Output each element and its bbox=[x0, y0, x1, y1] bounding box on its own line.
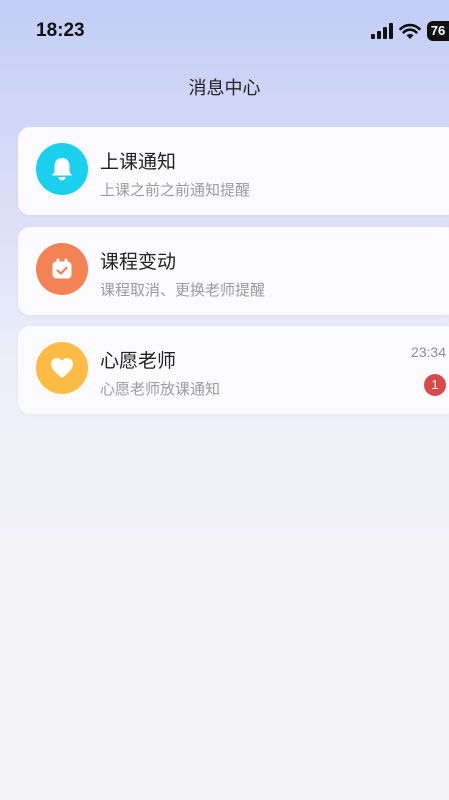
message-item-wish-teacher[interactable]: 心愿老师 心愿老师放课通知 23:34 1 bbox=[18, 326, 449, 414]
message-subtitle: 心愿老师放课通知 bbox=[100, 380, 221, 398]
bell-icon bbox=[52, 158, 72, 181]
message-item-course-change[interactable]: 课程变动 课程取消、更换老师提醒 bbox=[18, 227, 449, 315]
page-title: 消息中心 bbox=[188, 78, 261, 99]
avatar bbox=[36, 143, 88, 195]
avatar bbox=[36, 243, 88, 295]
message-subtitle: 上课之前之前通知提醒 bbox=[100, 181, 251, 199]
status-bar: 18:23 76 bbox=[0, 0, 449, 60]
cellular-signal-icon bbox=[371, 23, 393, 39]
message-title: 上课通知 bbox=[100, 151, 177, 173]
message-time: 23:34 bbox=[410, 344, 446, 360]
heart-icon bbox=[51, 358, 73, 378]
message-title: 课程变动 bbox=[100, 251, 177, 273]
battery-indicator: 76 bbox=[427, 21, 449, 41]
message-item-class-notice[interactable]: 上课通知 上课之前之前通知提醒 bbox=[18, 127, 449, 215]
unread-badge: 1 bbox=[424, 374, 446, 396]
wifi-icon bbox=[399, 23, 421, 39]
avatar bbox=[36, 342, 88, 394]
message-title: 心愿老师 bbox=[100, 350, 177, 372]
status-time: 18:23 bbox=[36, 20, 85, 41]
message-subtitle: 课程取消、更换老师提醒 bbox=[100, 281, 266, 299]
calendar-check-icon bbox=[52, 258, 72, 279]
status-icons: 76 bbox=[371, 20, 449, 42]
